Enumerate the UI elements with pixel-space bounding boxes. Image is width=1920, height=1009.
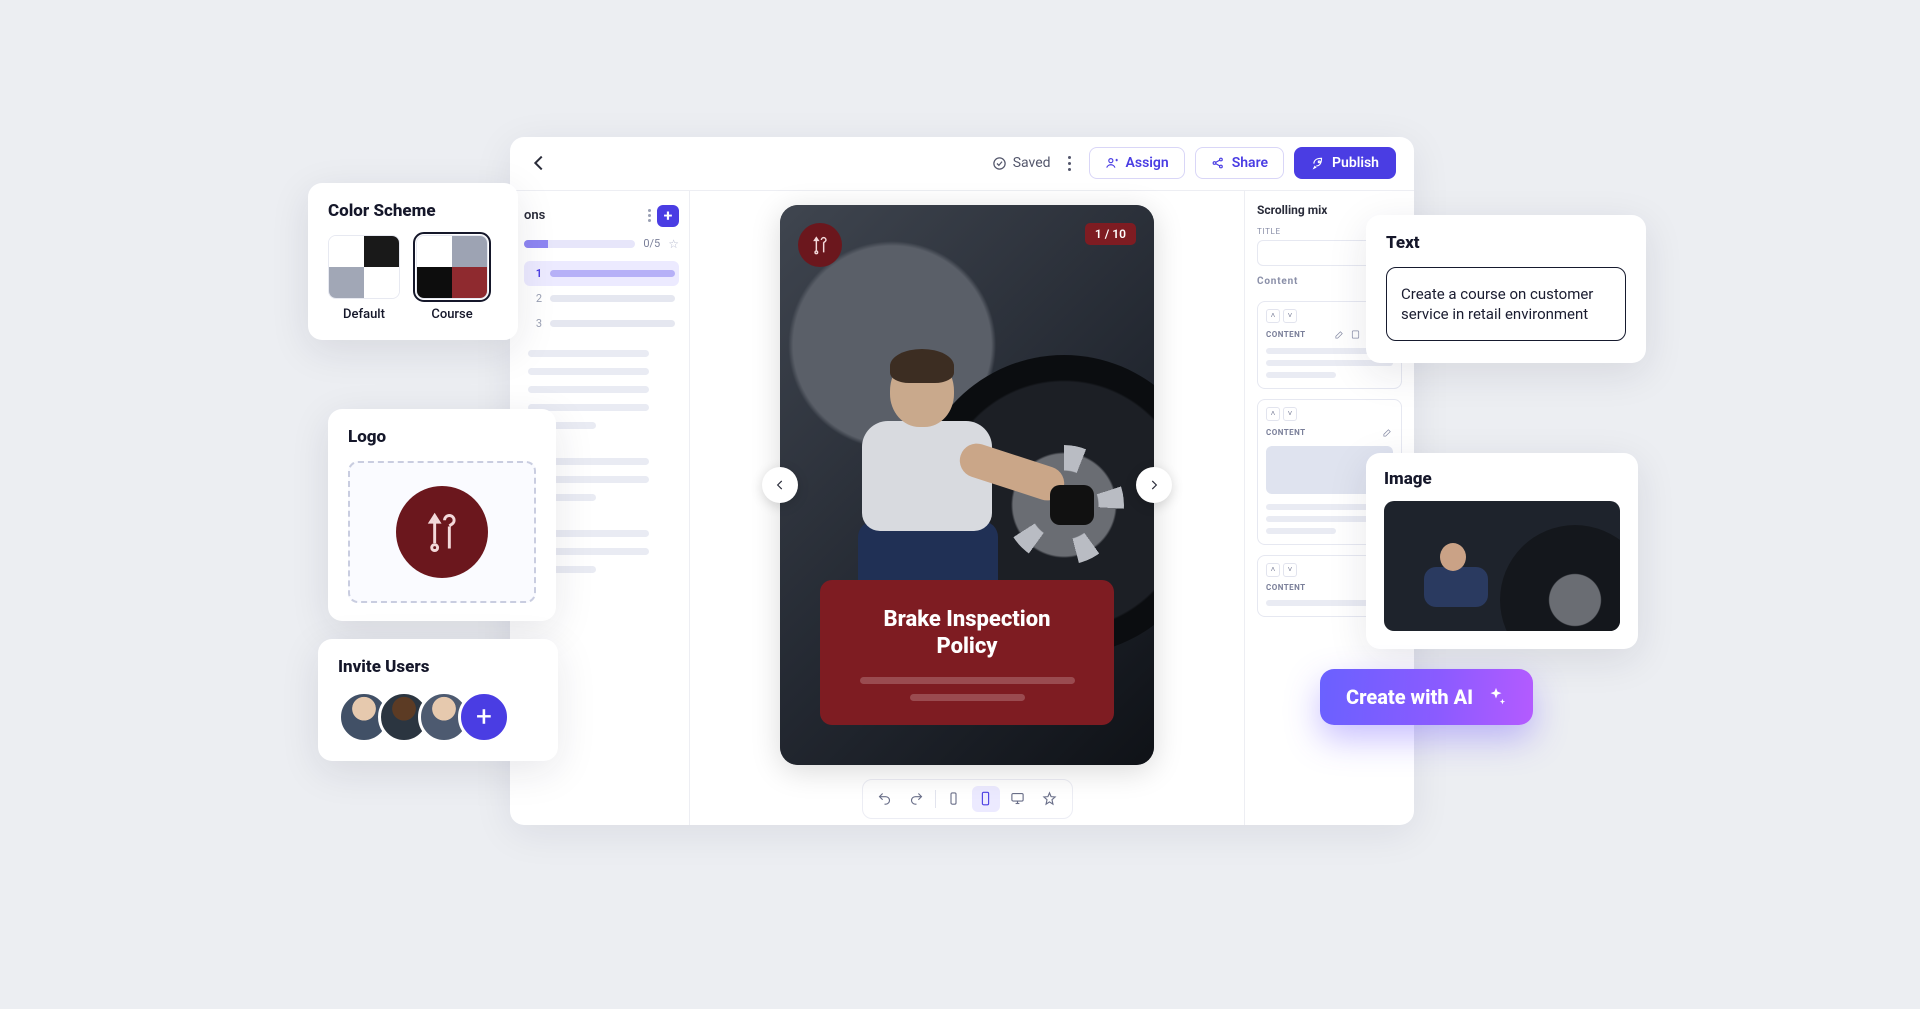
course-editor-window: Saved Assign Share Publish (510, 137, 1414, 825)
outline-item-number: 3 (528, 317, 542, 330)
default-swatch-label: Default (343, 307, 385, 322)
slide-title-line2: Policy (936, 634, 997, 659)
create-with-ai-label: Create with AI (1346, 685, 1473, 709)
outline-more-button[interactable] (648, 209, 651, 222)
device-desktop-button[interactable] (1004, 786, 1032, 812)
device-preview-bar (862, 779, 1073, 819)
separator (935, 790, 936, 808)
invite-heading: Invite Users (338, 657, 538, 677)
publish-button[interactable]: Publish (1294, 147, 1396, 179)
more-menu-button[interactable] (1061, 156, 1079, 171)
color-scheme-course[interactable]: Course (416, 235, 488, 322)
image-heading: Image (1384, 469, 1620, 489)
reorder-handles[interactable]: ˄˅ (1266, 407, 1297, 421)
publish-label: Publish (1332, 155, 1379, 171)
color-scheme-heading: Color Scheme (328, 201, 498, 221)
add-user-button[interactable]: + (458, 691, 510, 743)
star-icon: ☆ (668, 237, 679, 251)
reorder-handles[interactable]: ˄˅ (1266, 309, 1297, 323)
outline-item-1[interactable]: 1 (524, 261, 679, 286)
saved-label: Saved (1013, 155, 1051, 171)
image-card: Image (1366, 453, 1638, 649)
assign-label: Assign (1126, 155, 1169, 171)
course-logo-icon (798, 223, 842, 267)
ai-prompt-input[interactable]: Create a course on customer service in r… (1386, 267, 1626, 342)
user-avatar-stack: + (338, 691, 538, 743)
device-mobile-button[interactable] (972, 786, 1000, 812)
slide-title-card: Brake Inspection Policy (820, 580, 1114, 725)
default-swatch (328, 235, 400, 299)
section-tag: CONTENT (1266, 330, 1306, 339)
text-heading: Text (1386, 233, 1626, 253)
editor-topbar: Saved Assign Share Publish (510, 137, 1414, 191)
invite-users-card: Invite Users + (318, 639, 558, 761)
page-indicator: 1 / 10 (1085, 223, 1136, 245)
share-label: Share (1232, 155, 1268, 171)
section-tag: CONTENT (1266, 428, 1306, 437)
slide-preview[interactable]: 1 / 10 Brake Inspection Policy (780, 205, 1154, 765)
back-button[interactable] (528, 152, 550, 174)
assign-button[interactable]: Assign (1089, 147, 1185, 179)
image-thumbnail[interactable] (1384, 501, 1620, 631)
reorder-handles[interactable]: ˄˅ (1266, 563, 1297, 577)
outline-heading: ons (524, 208, 545, 223)
color-scheme-default[interactable]: Default (328, 235, 400, 322)
next-slide-button[interactable] (1136, 467, 1172, 503)
outline-item-2[interactable]: 2 (524, 286, 679, 311)
logo-card: Logo (328, 409, 556, 621)
saved-status: Saved (992, 155, 1051, 171)
favorite-button[interactable] (1036, 786, 1064, 812)
section-action-icons[interactable] (1382, 427, 1393, 438)
outline-item-3[interactable]: 3 (524, 311, 679, 336)
slide-canvas: 1 / 10 Brake Inspection Policy (690, 191, 1244, 825)
course-swatch (416, 235, 488, 299)
device-mobile-small-button[interactable] (940, 786, 968, 812)
logo-preview-icon (396, 486, 488, 578)
course-swatch-label: Course (431, 307, 472, 322)
logo-dropzone[interactable] (348, 461, 536, 603)
slide-title-line1: Brake Inspection (883, 607, 1050, 632)
color-scheme-card: Color Scheme Default Course (308, 183, 518, 340)
logo-heading: Logo (348, 427, 536, 447)
ai-prompt-text: Create a course on customer service in r… (1401, 285, 1593, 323)
progress-count: 0/5 (643, 237, 660, 250)
share-button[interactable]: Share (1195, 147, 1284, 179)
add-lesson-button[interactable]: + (657, 205, 679, 227)
prev-slide-button[interactable] (762, 467, 798, 503)
outline-progress: 0/5 ☆ (524, 237, 679, 251)
outline-item-number: 2 (528, 292, 542, 305)
redo-button[interactable] (903, 786, 931, 812)
text-card: Text Create a course on customer service… (1366, 215, 1646, 364)
outline-item-number: 1 (528, 267, 542, 280)
create-with-ai-button[interactable]: Create with AI (1320, 669, 1533, 725)
undo-button[interactable] (871, 786, 899, 812)
section-tag: CONTENT (1266, 583, 1306, 592)
